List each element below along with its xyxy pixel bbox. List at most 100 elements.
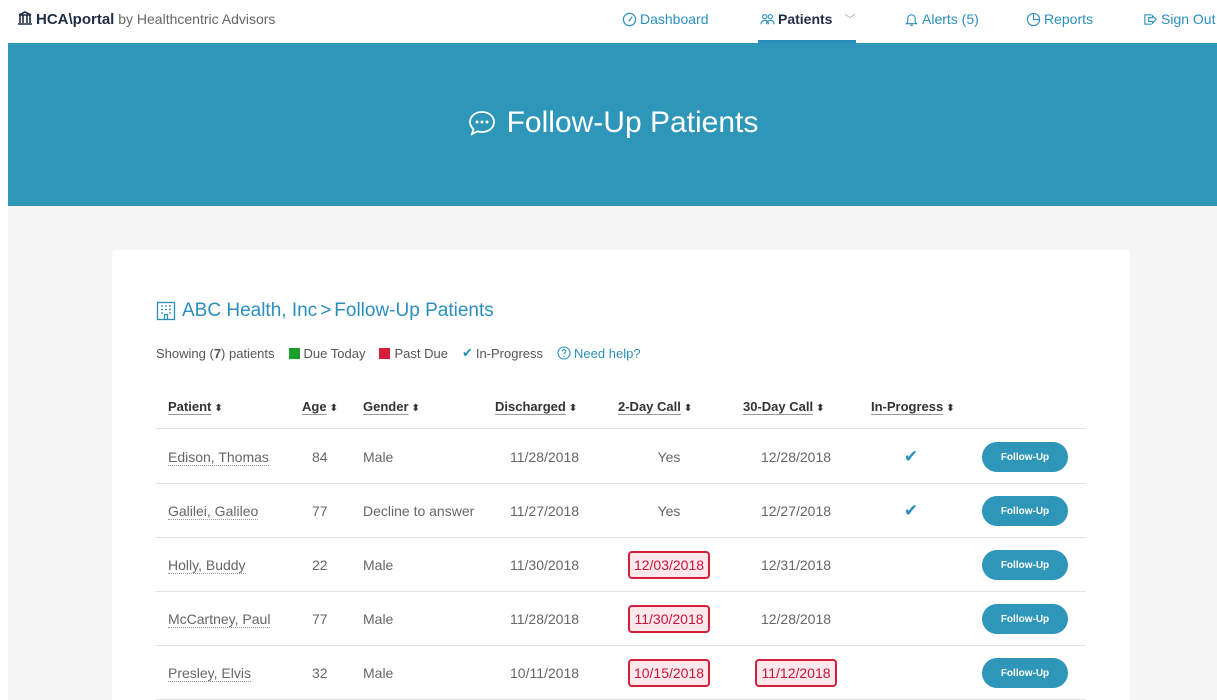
past-due-badge: 11/30/2018 [628,605,710,633]
two-day-call-cell: Yes [611,430,727,484]
legend-past-due: Past Due [379,345,448,361]
breadcrumb: ABC Health, Inc > Follow-Up Patients [156,300,494,322]
age-cell: 77 [312,611,328,627]
patient-name-link[interactable]: Galilei, Galileo [168,484,259,538]
users-icon [760,13,775,24]
header-patient: Patient [168,399,212,414]
sort-in-progress[interactable]: In-Progress ⬍ [871,399,955,414]
checkmark-icon: ✔ [461,345,473,360]
age-cell: 32 [312,665,328,681]
header-2-day-call: 2-Day Call [618,399,681,414]
patient-name-link[interactable]: Presley, Elvis [168,646,251,700]
top-navbar: HCA\portal by Healthcentric Advisors Das… [0,0,1217,43]
thirty-day-call-cell: 11/12/2018 [738,646,854,700]
follow-up-button[interactable]: Follow-Up [982,442,1068,472]
table-row: Edison, Thomas 84 Male 11/28/2018 Yes 12/28/2… [156,430,1086,484]
thirty-day-call-value: 12/27/2018 [760,503,832,519]
patient-name-link[interactable]: McCartney, Paul [168,592,271,646]
discharged-cell: 11/28/2018 [510,449,580,465]
two-day-call-cell: 12/03/2018 [611,538,727,592]
sort-icon: ⬍ [329,403,338,414]
gender-cell: Decline to answer [363,503,475,519]
left-edge [0,43,8,700]
nav-dashboard[interactable]: Dashboard [622,11,709,27]
patient-name: Edison, Thomas [168,448,269,466]
sort-gender[interactable]: Gender ⬍ [363,399,420,414]
nav-patients[interactable]: Patients ﹀ [760,11,855,27]
dashboard-gauge-icon [622,12,637,26]
breadcrumb-separator: > [320,300,332,321]
legend-in-progress-label: In-Progress [475,345,544,361]
patient-name-link[interactable]: Edison, Thomas [168,430,269,484]
page-title: Follow-Up Patients [8,106,1217,140]
legend-in-progress: ✔ In-Progress [462,345,543,361]
legend-past-due-label: Past Due [394,345,448,361]
table-row: Holly, Buddy 22 Male 11/30/2018 12/03/2018 12… [156,538,1086,592]
chat-bubble-icon [468,111,495,136]
age-cell: 77 [312,503,328,519]
in-progress-cell: ✔ [871,484,951,538]
past-due-badge: 11/12/2018 [755,659,837,687]
chevron-down-icon: ﹀ [844,14,856,26]
discharged-cell: 11/27/2018 [510,503,580,519]
patient-name: Holly, Buddy [168,556,246,574]
breadcrumb-org[interactable]: ABC Health, Inc [182,300,317,322]
two-day-call-value: Yes [657,449,681,465]
patient-name: Galilei, Galileo [168,502,259,520]
brand[interactable]: HCA\portal by Healthcentric Advisors [17,10,275,28]
table-row: Galilei, Galileo 77 Decline to answer 11/27… [156,484,1086,538]
sort-icon: ⬍ [411,403,420,414]
sort-icon: ⬍ [214,403,223,414]
age-cell: 84 [312,449,328,465]
header-discharged: Discharged [495,399,566,414]
thirty-day-call-value: 12/28/2018 [760,449,832,465]
sort-age[interactable]: Age ⬍ [302,399,338,414]
follow-up-button[interactable]: Follow-Up [982,604,1068,634]
header-gender: Gender [363,399,409,414]
sign-out-icon [1144,13,1157,25]
sort-2-day-call[interactable]: 2-Day Call ⬍ [618,399,692,414]
table-row: McCartney, Paul 77 Male 11/28/2018 11/30/201… [156,592,1086,646]
legend-due-today: Due Today [288,346,365,361]
nav-alerts[interactable]: Alerts (5) [904,11,979,27]
need-help-label: Need help? [574,345,641,361]
header-in-progress: In-Progress [871,399,944,414]
follow-up-button[interactable]: Follow-Up [982,550,1068,580]
building-columns-icon [18,11,32,25]
hero-banner: Follow-Up Patients [8,43,1217,206]
gender-cell: Male [363,449,394,465]
nav-alerts-label: Alerts (5) [922,11,979,27]
patient-name-link[interactable]: Holly, Buddy [168,538,246,592]
hospital-building-icon [156,301,176,321]
follow-up-button[interactable]: Follow-Up [982,658,1068,688]
sort-patient[interactable]: Patient ⬍ [168,399,223,414]
nav-dashboard-label: Dashboard [640,11,709,27]
bell-icon [904,13,919,26]
need-help-link[interactable]: Need help? [557,346,641,361]
patient-count-prefix: Showing ( [156,345,214,361]
checkmark-icon: ✔ [903,501,919,520]
gender-cell: Male [363,665,394,681]
discharged-cell: 11/30/2018 [510,557,580,573]
thirty-day-call-value: 12/31/2018 [760,557,832,573]
table-header: Patient ⬍ Age ⬍ Gender ⬍ Discharged ⬍ 2-Day … [156,393,1086,429]
gender-cell: Male [363,557,394,573]
patient-count: Showing (7) patients [156,346,275,361]
patient-count-suffix: ) patients [221,345,275,361]
nav-sign-out[interactable]: Sign Out [1143,11,1215,27]
sort-discharged[interactable]: Discharged ⬍ [495,399,577,414]
sort-30-day-call[interactable]: 30-Day Call ⬍ [743,399,824,414]
nav-reports[interactable]: Reports [1026,11,1093,27]
sort-icon: ⬍ [946,403,955,414]
green-square-icon [288,347,300,359]
sort-icon: ⬍ [816,403,825,414]
page-title-text: Follow-Up Patients [506,106,759,139]
patient-count-value: 7 [213,345,222,361]
nav-reports-label: Reports [1044,11,1094,27]
thirty-day-call-cell: 12/28/2018 [738,592,854,646]
question-circle-icon [557,346,571,360]
thirty-day-call-value: 12/28/2018 [760,611,832,627]
follow-up-button[interactable]: Follow-Up [982,496,1068,526]
thirty-day-call-cell: 12/31/2018 [738,538,854,592]
patient-name: Presley, Elvis [168,664,251,682]
